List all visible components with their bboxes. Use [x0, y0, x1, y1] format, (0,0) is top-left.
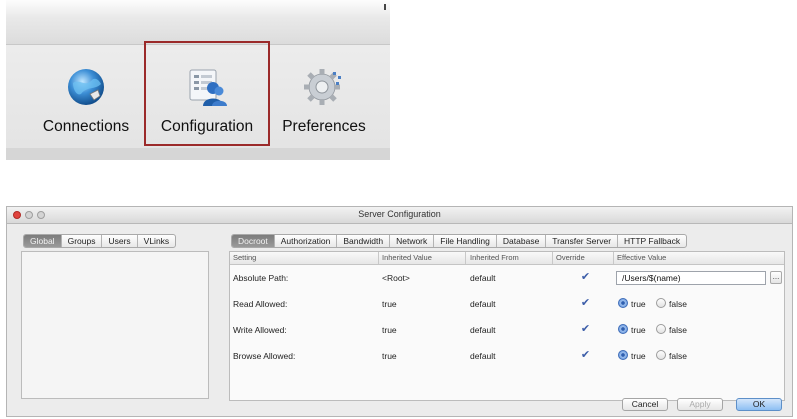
- tab-users[interactable]: Users: [101, 235, 136, 247]
- tab-file-handling[interactable]: File Handling: [433, 235, 496, 247]
- radio-false[interactable]: [656, 298, 666, 308]
- gear-icon: [304, 69, 341, 105]
- col-divider: [552, 252, 553, 264]
- tab-docroot[interactable]: Docroot: [232, 235, 274, 247]
- setting-name: Absolute Path:: [233, 273, 289, 283]
- inherited-value: true: [382, 299, 397, 309]
- left-tabs: Global Groups Users VLinks: [23, 234, 177, 248]
- inherited-value: true: [382, 351, 397, 361]
- radio-true[interactable]: [618, 324, 628, 334]
- main-tabs: Docroot Authorization Bandwidth Network …: [231, 234, 688, 248]
- server-configuration-window: Server Configuration Global Groups Users…: [6, 206, 793, 417]
- radio-false-label: false: [669, 351, 687, 361]
- cancel-button[interactable]: Cancel: [622, 398, 668, 411]
- inherited-from: default: [470, 351, 496, 361]
- col-effective-value[interactable]: Effective Value: [617, 253, 666, 262]
- tab-network[interactable]: Network: [389, 235, 433, 247]
- override-checkbox[interactable]: ✔: [580, 324, 591, 335]
- inherited-value: true: [382, 325, 397, 335]
- browse-button[interactable]: ...: [770, 271, 782, 284]
- toolbar-item-connections[interactable]: Connections: [34, 58, 138, 138]
- col-inherited-from[interactable]: Inherited From: [470, 253, 519, 262]
- col-divider: [378, 252, 379, 264]
- table-row[interactable]: Write Allowed: true default ✔ true false: [230, 317, 784, 343]
- tab-vlinks[interactable]: VLinks: [136, 235, 176, 247]
- toolbar-crop: Connections Configuration Preferences: [6, 0, 390, 160]
- col-divider: [465, 252, 466, 264]
- tab-bandwidth[interactable]: Bandwidth: [336, 235, 389, 247]
- tab-authorization[interactable]: Authorization: [273, 235, 337, 247]
- radio-true[interactable]: [618, 298, 628, 308]
- radio-true[interactable]: [618, 350, 628, 360]
- table-row[interactable]: Browse Allowed: true default ✔ true fals…: [230, 343, 784, 369]
- settings-table: Setting Inherited Value Inherited From O…: [229, 251, 785, 401]
- radio-false-label: false: [669, 325, 687, 335]
- table-header: Setting Inherited Value Inherited From O…: [230, 252, 784, 265]
- globe-icon: [68, 69, 104, 105]
- toolbar-title-strip: [6, 0, 390, 45]
- tab-database[interactable]: Database: [495, 235, 545, 247]
- radio-false[interactable]: [656, 350, 666, 360]
- window-title: Server Configuration: [358, 209, 441, 219]
- radio-false[interactable]: [656, 324, 666, 334]
- absolute-path-field[interactable]: /Users/$(name): [616, 271, 766, 285]
- window-titlebar: Server Configuration: [7, 207, 792, 224]
- radio-false-label: false: [669, 299, 687, 309]
- toolbar-item-preferences[interactable]: Preferences: [272, 58, 376, 138]
- setting-name: Read Allowed:: [233, 299, 288, 309]
- radio-true-label: true: [631, 325, 646, 335]
- global-list-panel[interactable]: [21, 251, 209, 399]
- override-checkbox[interactable]: ✔: [580, 350, 591, 361]
- selected-item-highlight: [144, 41, 270, 146]
- setting-name: Write Allowed:: [233, 325, 287, 335]
- table-row[interactable]: Read Allowed: true default ✔ true false: [230, 291, 784, 317]
- inherited-from: default: [470, 273, 496, 283]
- tab-groups[interactable]: Groups: [60, 235, 102, 247]
- preferences-label: Preferences: [282, 118, 366, 135]
- apply-button[interactable]: Apply: [677, 398, 723, 411]
- col-inherited-value[interactable]: Inherited Value: [382, 253, 432, 262]
- tab-transfer-server[interactable]: Transfer Server: [545, 235, 617, 247]
- col-divider: [613, 252, 614, 264]
- inherited-from: default: [470, 299, 496, 309]
- radio-true-label: true: [631, 299, 646, 309]
- override-checkbox[interactable]: ✔: [580, 298, 591, 309]
- toolbar-bottom-edge: [6, 148, 390, 160]
- tab-global[interactable]: Global: [24, 235, 61, 247]
- inherited-from: default: [470, 325, 496, 335]
- tab-http-fallback[interactable]: HTTP Fallback: [617, 235, 686, 247]
- col-override[interactable]: Override: [556, 253, 585, 262]
- override-checkbox[interactable]: ✔: [580, 272, 591, 283]
- inherited-value: <Root>: [382, 273, 410, 283]
- ok-button[interactable]: OK: [736, 398, 782, 411]
- col-setting[interactable]: Setting: [233, 253, 256, 262]
- connections-label: Connections: [42, 118, 130, 135]
- radio-true-label: true: [631, 351, 646, 361]
- toolbar-edge-mark: [384, 4, 386, 10]
- setting-name: Browse Allowed:: [233, 351, 296, 361]
- table-row[interactable]: Absolute Path: <Root> default ✔ /Users/$…: [230, 265, 784, 291]
